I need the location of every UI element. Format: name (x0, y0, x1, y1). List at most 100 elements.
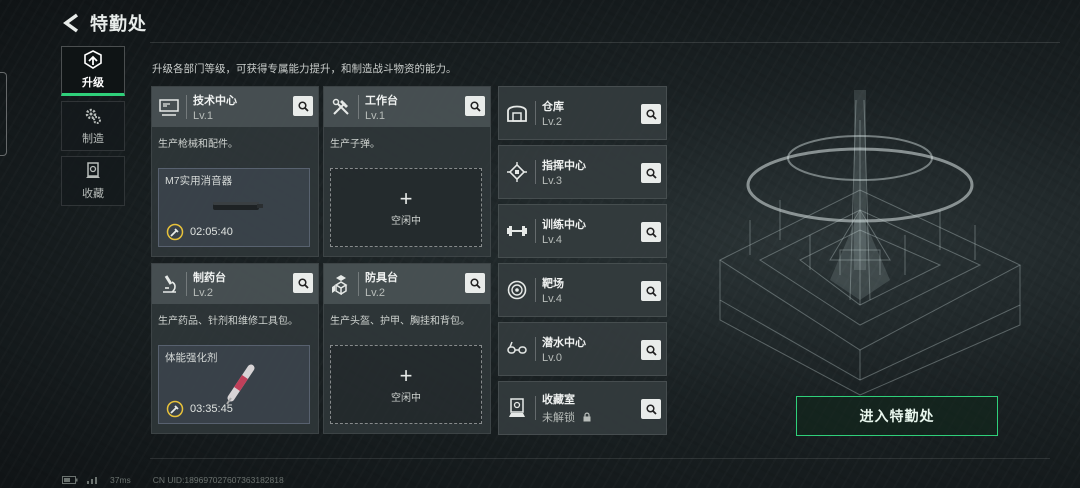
facility-name: 潜水中心 (542, 337, 586, 349)
facility-training-center[interactable]: 训练中心 Lv.4 (498, 204, 667, 258)
idle-slot[interactable]: + 空闲中 (330, 345, 482, 424)
department-name: 技术中心 (193, 95, 237, 107)
lock-icon (583, 412, 591, 422)
search-icon (645, 403, 657, 415)
page-title: 特勤处 (90, 14, 147, 34)
tab-craft[interactable]: 制造 (61, 101, 125, 151)
facility-shooting-range[interactable]: 靶场 Lv.4 (498, 263, 667, 317)
department-description: 生产头盔、护甲、胸挂和背包。 (330, 316, 470, 327)
microscope-icon (163, 275, 176, 293)
inspect-button[interactable] (293, 273, 313, 293)
goggles-icon (507, 341, 527, 354)
base-illustration (718, 90, 1022, 396)
monitor-icon (159, 99, 179, 116)
target-icon (507, 280, 527, 300)
card-header: 工作台 Lv.1 (324, 87, 490, 127)
department-card-tech-center[interactable]: 技术中心 Lv.1 生产枪械和配件。 M7实用消音器 02:05:40 (151, 86, 319, 257)
search-icon (297, 277, 309, 289)
tab-craft-label: 制造 (82, 133, 104, 145)
department-description: 生产药品、针剂和维修工具包。 (158, 316, 298, 327)
idle-label: 空闲中 (391, 393, 421, 404)
inspect-button[interactable] (465, 273, 485, 293)
signal-icon (87, 477, 97, 484)
inspect-button[interactable] (465, 96, 485, 116)
search-icon (645, 108, 657, 120)
production-slot[interactable]: 体能强化剂 03:35:45 (158, 345, 310, 424)
card-header: 制药台 Lv.2 (152, 264, 318, 304)
department-card-pharmacy[interactable]: 制药台 Lv.2 生产药品、针剂和维修工具包。 体能强化剂 03:35:45 (151, 263, 319, 434)
add-icon: + (399, 186, 413, 211)
battery-icon (62, 476, 78, 484)
facility-level: Lv.0 (542, 352, 562, 364)
search-icon (469, 277, 481, 289)
craft-timer-icon (166, 223, 184, 241)
department-card-workbench[interactable]: 工作台 Lv.1 生产子弹。 + 空闲中 (323, 86, 491, 257)
side-drawer-handle[interactable] (0, 72, 7, 156)
facility-name: 靶场 (542, 278, 564, 290)
tab-collection-label: 收藏 (82, 188, 104, 200)
inspect-button[interactable] (641, 104, 661, 124)
department-name: 防具台 (365, 272, 398, 284)
department-level: Lv.2 (365, 287, 385, 299)
facility-diving-center[interactable]: 潜水中心 Lv.0 (498, 322, 667, 376)
gears-icon (85, 108, 101, 124)
back-arrow-icon[interactable] (62, 12, 80, 34)
production-slot[interactable]: M7实用消音器 02:05:40 (158, 168, 310, 247)
idle-slot[interactable]: + 空闲中 (330, 168, 482, 247)
upgrade-icon (84, 50, 102, 69)
add-icon: + (399, 363, 413, 388)
enter-base-button[interactable]: 进入特勤处 (796, 396, 998, 436)
inspect-button[interactable] (641, 281, 661, 301)
search-icon (469, 100, 481, 112)
warehouse-icon (507, 105, 527, 122)
category-nav: 升级 制造 收藏 (61, 46, 125, 211)
facility-warehouse[interactable]: 仓库 Lv.2 (498, 86, 667, 140)
production-timer: 03:35:45 (190, 403, 233, 415)
tab-upgrade[interactable]: 升级 (61, 46, 125, 96)
craft-timer-icon (166, 400, 184, 418)
facility-level: 未解锁 (542, 412, 575, 424)
inspect-button[interactable] (641, 399, 661, 419)
tab-upgrade-label: 升级 (82, 77, 104, 89)
search-icon (645, 344, 657, 356)
status-bar: 37ms CN UID:18969702760736318281​8 (62, 475, 284, 485)
search-icon (645, 285, 657, 297)
uid-text: CN UID:18969702760736318281​8 (152, 475, 284, 485)
department-level: Lv.1 (365, 110, 385, 122)
hammer-wrench-icon (332, 98, 349, 115)
chip-icon (507, 162, 527, 182)
display-case-icon (509, 398, 525, 417)
department-description: 生产子弹。 (330, 139, 380, 150)
facility-name: 训练中心 (542, 219, 586, 231)
department-description: 生产枪械和配件。 (158, 139, 238, 150)
search-icon (645, 167, 657, 179)
facility-name: 指挥中心 (542, 160, 586, 172)
header: 特勤处 (62, 10, 147, 36)
department-level: Lv.2 (193, 287, 213, 299)
facility-level: Lv.3 (542, 175, 562, 187)
department-name: 工作台 (365, 95, 398, 107)
facility-command-center[interactable]: 指挥中心 Lv.3 (498, 145, 667, 199)
department-card-armor-bench[interactable]: 防具台 Lv.2 生产头盔、护甲、胸挂和背包。 + 空闲中 (323, 263, 491, 434)
department-level: Lv.1 (193, 110, 213, 122)
tab-collection[interactable]: 收藏 (61, 156, 125, 206)
silencer-image (213, 202, 263, 210)
search-icon (297, 100, 309, 112)
production-timer: 02:05:40 (190, 226, 233, 238)
facility-level: Lv.4 (542, 234, 562, 246)
inspect-button[interactable] (641, 340, 661, 360)
page-description: 升级各部门等级，可获得专属能力提升，和制造战斗物资的能力。 (152, 63, 457, 75)
card-header: 防具台 Lv.2 (324, 264, 490, 304)
inspect-button[interactable] (641, 163, 661, 183)
facility-name: 仓库 (542, 101, 564, 113)
dumbbell-icon (507, 226, 527, 236)
inspect-button[interactable] (293, 96, 313, 116)
facility-collection-room[interactable]: 收藏室 未解锁 (498, 381, 667, 435)
search-icon (645, 226, 657, 238)
idle-label: 空闲中 (391, 216, 421, 227)
department-name: 制药台 (193, 272, 226, 284)
collection-icon (86, 162, 100, 178)
facility-level: Lv.2 (542, 116, 562, 128)
inspect-button[interactable] (641, 222, 661, 242)
facility-name: 收藏室 (542, 394, 575, 406)
